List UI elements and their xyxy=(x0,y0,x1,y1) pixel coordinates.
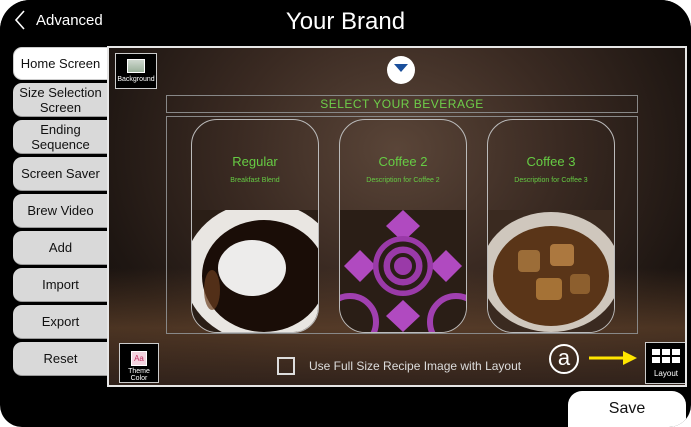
sidebar-item-size-selection[interactable]: Size Selection Screen xyxy=(13,83,108,117)
layout-button[interactable]: Layout xyxy=(645,342,685,384)
layout-label: Layout xyxy=(653,369,679,378)
sidebar-item-label: Brew Video xyxy=(27,203,94,218)
top-bar: Advanced Your Brand xyxy=(0,0,691,46)
beverage-card-coffee-2[interactable]: Coffee 2 Description for Coffee 2 xyxy=(339,119,467,333)
palette-icon: Aa xyxy=(131,351,147,366)
sidebar: Home Screen Size Selection Screen Ending… xyxy=(13,47,108,379)
sidebar-item-brew-video[interactable]: Brew Video xyxy=(13,194,108,228)
beverage-grid: Regular Breakfast Blend Coffee 2 Descrip… xyxy=(166,116,638,334)
select-heading: SELECT YOUR BEVERAGE xyxy=(166,95,638,113)
background-label: Background xyxy=(117,76,155,83)
arrow-right-icon xyxy=(589,351,637,365)
coffee-cup-image xyxy=(192,210,318,332)
beverage-description: Description for Coffee 2 xyxy=(366,177,440,184)
sidebar-item-add[interactable]: Add xyxy=(13,231,108,265)
beverage-name: Coffee 3 xyxy=(526,154,576,169)
iced-coffee-image xyxy=(488,210,614,332)
full-size-label: Use Full Size Recipe Image with Layout xyxy=(309,359,522,373)
sidebar-item-screen-saver[interactable]: Screen Saver xyxy=(13,157,108,191)
sidebar-item-label: Export xyxy=(41,314,80,329)
beverage-description: Breakfast Blend xyxy=(230,177,280,184)
sidebar-item-label: Screen Saver xyxy=(21,166,100,181)
beverage-description: Description for Coffee 3 xyxy=(514,177,588,184)
sidebar-item-label: Home Screen xyxy=(20,56,101,71)
sidebar-item-label: Size Selection Screen xyxy=(19,84,102,115)
sidebar-item-export[interactable]: Export xyxy=(13,305,108,339)
image-icon xyxy=(127,59,145,73)
beverage-card-coffee-3[interactable]: Coffee 3 Description for Coffee 3 xyxy=(487,119,615,333)
page-title: Your Brand xyxy=(285,8,406,35)
sidebar-item-home-screen[interactable]: Home Screen xyxy=(13,47,108,80)
theme-label: Theme Color xyxy=(128,368,150,382)
theme-color-button[interactable]: Aa Theme Color xyxy=(119,343,159,383)
sidebar-item-reset[interactable]: Reset xyxy=(13,342,108,376)
home-screen-preview: Background SELECT YOUR BEVERAGE Regular … xyxy=(107,46,687,387)
full-size-checkbox[interactable] xyxy=(277,357,295,375)
pattern-image xyxy=(340,210,466,332)
full-size-option: Use Full Size Recipe Image with Layout xyxy=(277,357,521,375)
beverage-name: Regular xyxy=(232,154,278,169)
beverage-name: Coffee 2 xyxy=(378,154,428,169)
save-button[interactable]: Save xyxy=(568,391,686,427)
sidebar-item-import[interactable]: Import xyxy=(13,268,108,302)
beverage-card-regular[interactable]: Regular Breakfast Blend xyxy=(191,119,319,333)
sidebar-item-label: Add xyxy=(48,240,73,255)
background-button[interactable]: Background xyxy=(115,53,157,89)
callout-marker: a xyxy=(549,344,579,374)
brand-logo-icon xyxy=(387,56,415,84)
sidebar-item-ending-sequence[interactable]: Ending Sequence xyxy=(13,120,108,154)
app-window: Advanced Your Brand Home Screen Size Sel… xyxy=(0,0,691,427)
sidebar-item-label: Ending Sequence xyxy=(31,121,90,152)
grid-icon xyxy=(652,349,680,363)
sidebar-item-label: Reset xyxy=(43,351,78,366)
sidebar-item-label: Import xyxy=(42,277,79,292)
